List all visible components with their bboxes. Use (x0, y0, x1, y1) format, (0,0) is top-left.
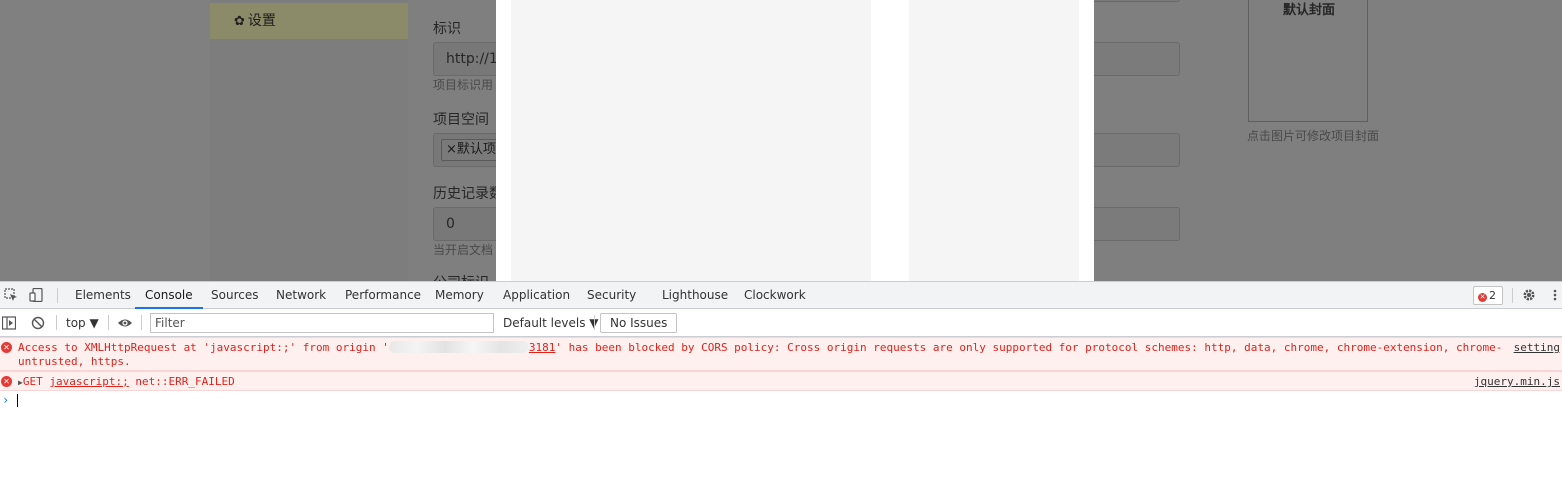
source-link[interactable]: jquery.min.js (1474, 375, 1560, 389)
log-levels-dropdown[interactable]: Default levels ▼ (503, 309, 599, 337)
show-sidebar-icon[interactable] (2, 316, 16, 330)
hint-id: 项目标识用 (433, 78, 494, 92)
separator (594, 315, 595, 330)
error-icon: ✕ (1, 376, 12, 387)
web-page-behind-overlay: ✿ 设置 标识 http://19 项目标识用 项目空间 ×默认项 历史记录数 0… (0, 0, 1562, 281)
right-field-top[interactable] (1085, 0, 1180, 2)
separator (57, 288, 58, 303)
tab-performance[interactable]: Performance (345, 282, 421, 309)
tab-clockwork[interactable]: Clockwork (744, 282, 806, 309)
error-count-badge[interactable]: ✕ 2 (1473, 286, 1503, 305)
sidebar-item-settings[interactable]: ✿ 设置 (210, 3, 408, 39)
inspect-element-icon[interactable] (4, 288, 18, 302)
space-tag[interactable]: ×默认项 (441, 139, 501, 161)
tab-elements[interactable]: Elements (75, 282, 131, 309)
separator (56, 315, 57, 330)
label-history: 历史记录数 (433, 186, 503, 202)
label-company: 公司标识 (433, 272, 489, 281)
console-error-message: ✕ Access to XMLHttpRequest at 'javascrip… (0, 337, 1562, 371)
origin-link[interactable]: 3181 (529, 341, 556, 354)
label-id: 标识 (433, 21, 461, 37)
label-space: 项目空间 (433, 112, 489, 128)
tab-console[interactable]: Console (135, 282, 203, 309)
request-link[interactable]: javascript:; (49, 375, 128, 388)
error-text: ▶GET javascript:; net::ERR_FAILED (18, 375, 235, 388)
eye-icon[interactable] (117, 316, 133, 330)
devtools-tabbar: Elements Console Sources Network Perform… (0, 282, 1562, 309)
separator (141, 315, 142, 330)
cover-hint: 点击图片可修改项目封面 (1247, 129, 1380, 143)
error-icon: ✕ (1478, 293, 1487, 302)
modal-panel-right (909, 0, 1079, 281)
error-text: Access to XMLHttpRequest at 'javascript:… (18, 341, 1503, 368)
console-prompt-icon: › (2, 393, 10, 407)
history-input[interactable]: 0 (433, 207, 503, 241)
sidebar-item-label: 设置 (247, 13, 276, 29)
right-field-3[interactable] (1085, 207, 1180, 241)
url-input[interactable]: http://19 (433, 42, 507, 76)
hint-history: 当开启文档 (433, 243, 494, 257)
tab-lighthouse[interactable]: Lighthouse (662, 282, 728, 309)
device-toolbar-icon[interactable] (29, 288, 43, 302)
tab-memory[interactable]: Memory (435, 282, 484, 309)
tab-network[interactable]: Network (276, 282, 326, 309)
tab-sources[interactable]: Sources (211, 282, 258, 309)
cover-image[interactable]: 默认封面 (1248, 0, 1368, 122)
gear-icon: ✿ (234, 14, 245, 29)
context-selector[interactable]: top ▼ (66, 309, 99, 337)
sidebar: ✿ 设置 (210, 0, 408, 281)
more-options-icon[interactable] (1551, 288, 1559, 302)
redacted-origin (388, 341, 529, 353)
tab-application[interactable]: Application (503, 282, 570, 309)
modal-dialog (496, 0, 1094, 281)
issues-button[interactable]: No Issues (600, 313, 678, 333)
right-field-1[interactable] (1085, 42, 1180, 76)
error-icon: ✕ (1, 342, 12, 353)
gear-icon[interactable] (1522, 288, 1536, 302)
devtools-panel: Elements Console Sources Network Perform… (0, 281, 1562, 499)
console-input-caret[interactable] (17, 394, 18, 407)
source-link[interactable]: setting (1514, 341, 1560, 355)
separator (1512, 288, 1513, 303)
separator (108, 315, 109, 330)
tag-close-icon[interactable]: × (446, 142, 457, 157)
error-count: 2 (1489, 289, 1496, 302)
console-toolbar: top ▼ Default levels ▼ No Issues (0, 309, 1562, 337)
console-error-message: ✕ ▶GET javascript:; net::ERR_FAILED jque… (0, 371, 1562, 391)
modal-panel-left (511, 0, 871, 281)
console-output: ✕ Access to XMLHttpRequest at 'javascrip… (0, 337, 1562, 499)
right-field-2[interactable] (1085, 133, 1180, 167)
tag-label: 默认项 (456, 142, 496, 157)
tab-security[interactable]: Security (587, 282, 636, 309)
clear-console-icon[interactable] (31, 316, 45, 330)
cover-title: 默认封面 (1282, 3, 1335, 18)
filter-input[interactable] (150, 313, 494, 333)
